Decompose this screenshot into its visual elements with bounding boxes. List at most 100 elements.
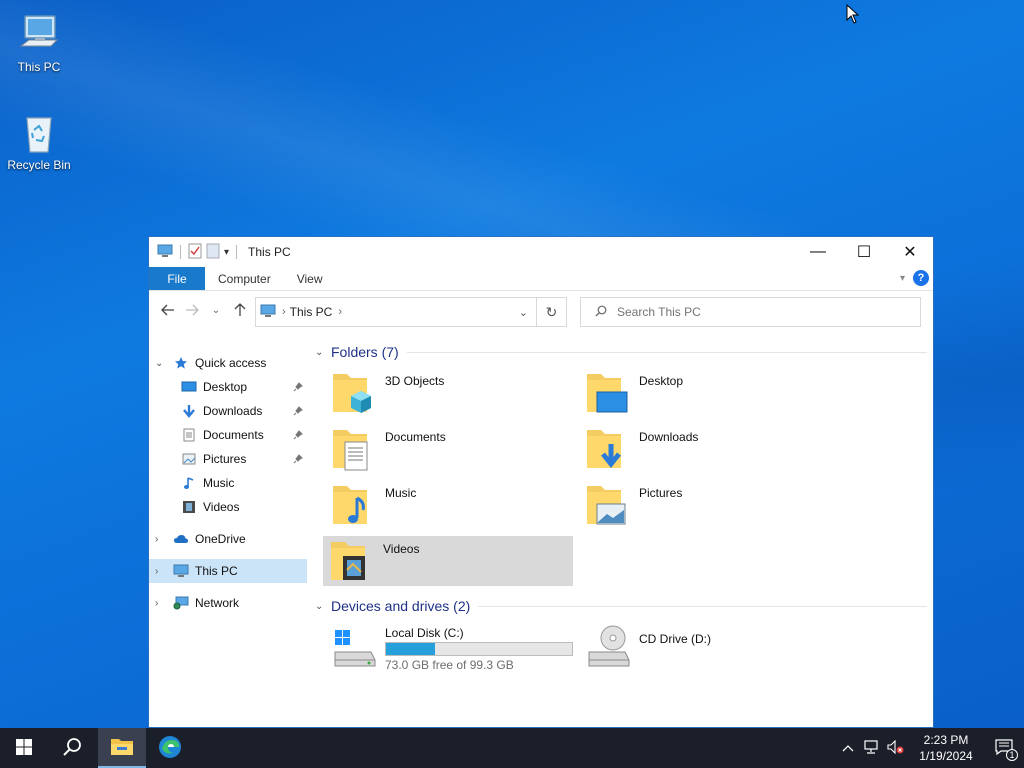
pictures-folder-icon [585,480,635,530]
chevron-down-icon[interactable]: ⌄ [155,358,165,369]
pin-icon[interactable] [293,453,303,464]
ribbon-tabs: File Computer View ▾ ? [149,267,933,291]
refresh-button[interactable]: ↻ [536,298,566,326]
chevron-right-icon[interactable]: › [155,566,165,577]
sidebar-item-music[interactable]: Music [149,471,307,495]
pin-icon[interactable] [293,405,303,416]
start-button[interactable] [0,728,48,768]
chevron-down-icon[interactable]: ⌄ [315,347,329,358]
desktop-icon-label: Recycle Bin [7,158,71,172]
folder-tile-desktop[interactable]: Desktop [579,368,829,420]
music-icon [181,475,197,491]
close-button[interactable]: ✕ [887,237,933,267]
search-input[interactable] [617,305,897,319]
sidebar-item-desktop[interactable]: Desktop [149,375,307,399]
chevron-down-icon[interactable]: ⌄ [315,601,329,612]
search-icon [595,305,607,320]
drive-tile-local-disk-c[interactable]: Local Disk (C:) 73.0 GB free of 99.3 GB [325,622,575,678]
3d-objects-folder-icon [331,368,381,418]
folder-tile-downloads[interactable]: Downloads [579,424,829,476]
recycle-bin-icon [15,108,63,156]
taskbar-edge-button[interactable] [146,728,194,768]
clock-time: 2:23 PM [923,733,969,747]
chevron-right-icon[interactable]: › [155,598,165,609]
computer-icon [260,304,276,321]
taskbar-file-explorer-button[interactable] [98,728,146,768]
show-hidden-icons-button[interactable] [836,728,860,768]
cd-drive-icon [585,622,635,672]
sidebar-item-label: Downloads [203,404,263,418]
properties-icon[interactable] [188,243,202,262]
navigation-bar: ⌄ › This PC › ⌄ ↻ [149,291,933,329]
tab-view[interactable]: View [284,267,336,290]
folder-tile-music[interactable]: Music [325,480,575,532]
devices-group-header[interactable]: ⌄ Devices and drives (2) [315,594,927,618]
desktop-icon-this-pc[interactable]: This PC [1,10,77,74]
sidebar-item-documents[interactable]: Documents [149,423,307,447]
folder-tile-3d-objects[interactable]: 3D Objects [325,368,575,420]
pin-icon[interactable] [293,381,303,392]
sidebar-item-downloads[interactable]: Downloads [149,399,307,423]
window-controls: — ☐ ✕ [795,237,933,267]
title-bar[interactable]: ▾ This PC — ☐ ✕ [149,237,933,267]
pin-icon[interactable] [293,429,303,440]
chevron-down-icon[interactable]: ▾ [224,247,229,258]
sidebar-item-label: Network [195,596,240,610]
videos-folder-icon [329,536,379,586]
computer-icon [15,10,63,58]
folder-label: 3D Objects [385,374,445,388]
breadcrumb-separator-icon[interactable]: › [282,306,286,318]
back-button[interactable] [157,299,179,321]
forward-button[interactable] [181,299,203,321]
mouse-pointer-icon [846,3,860,24]
folders-group-header[interactable]: ⌄ Folders (7) [315,340,927,364]
recent-locations-dropdown[interactable]: ⌄ [205,299,227,321]
sidebar-item-onedrive[interactable]: › OneDrive [149,527,307,551]
sidebar-item-this-pc[interactable]: › This PC [149,559,307,583]
drive-tile-cd-drive-d[interactable]: CD Drive (D:) [579,622,829,678]
new-folder-icon[interactable] [206,243,220,262]
desktop-icon-recycle-bin[interactable]: Recycle Bin [1,108,77,172]
cloud-icon [173,531,189,547]
address-bar[interactable]: › This PC › ⌄ ↻ [255,297,567,327]
expand-ribbon-icon[interactable]: ▾ [900,273,905,284]
folder-tile-pictures[interactable]: Pictures [579,480,829,532]
notification-count-badge: 1 [1006,749,1018,761]
drive-name: CD Drive (D:) [639,632,711,646]
maximize-button[interactable]: ☐ [841,237,887,267]
clock-date: 1/19/2024 [919,749,973,763]
sidebar-item-label: This PC [195,564,238,578]
document-icon [181,427,197,443]
search-box[interactable] [580,297,921,327]
minimize-button[interactable]: — [795,237,841,267]
tab-computer[interactable]: Computer [205,267,284,290]
breadcrumb-separator-icon[interactable]: › [338,306,342,318]
help-icon[interactable]: ? [913,270,929,286]
sidebar-item-pictures[interactable]: Pictures [149,447,307,471]
group-divider [478,605,927,607]
star-icon [173,355,189,371]
toolbar-separator [236,245,238,259]
desktop-folder-icon [585,368,635,418]
video-icon [181,499,197,515]
folder-tile-videos[interactable]: Videos [323,536,573,586]
sidebar-item-label: Videos [203,500,240,514]
file-explorer-window: ▾ This PC — ☐ ✕ File Computer View ▾ ? ⌄ [148,236,934,728]
sidebar-item-videos[interactable]: Videos [149,495,307,519]
sidebar-item-quick-access[interactable]: ⌄ Quick access [149,351,307,375]
chevron-right-icon[interactable]: › [155,534,165,545]
folder-tile-documents[interactable]: Documents [325,424,575,476]
speaker-muted-icon [887,739,905,757]
tab-file[interactable]: File [149,267,205,290]
taskbar-search-button[interactable] [48,728,96,768]
breadcrumb-this-pc[interactable]: This PC [290,305,333,319]
sidebar-item-label: Documents [203,428,264,442]
taskbar-clock[interactable]: 2:23 PM 1/19/2024 [908,732,984,764]
sidebar-item-label: Desktop [203,380,248,394]
volume-button[interactable] [884,728,908,768]
address-history-dropdown-icon[interactable]: ⌄ [519,306,528,319]
sidebar-item-network[interactable]: › Network [149,591,307,615]
network-status-button[interactable] [860,728,884,768]
action-center-button[interactable]: 1 [984,728,1024,768]
up-button[interactable] [229,299,251,321]
